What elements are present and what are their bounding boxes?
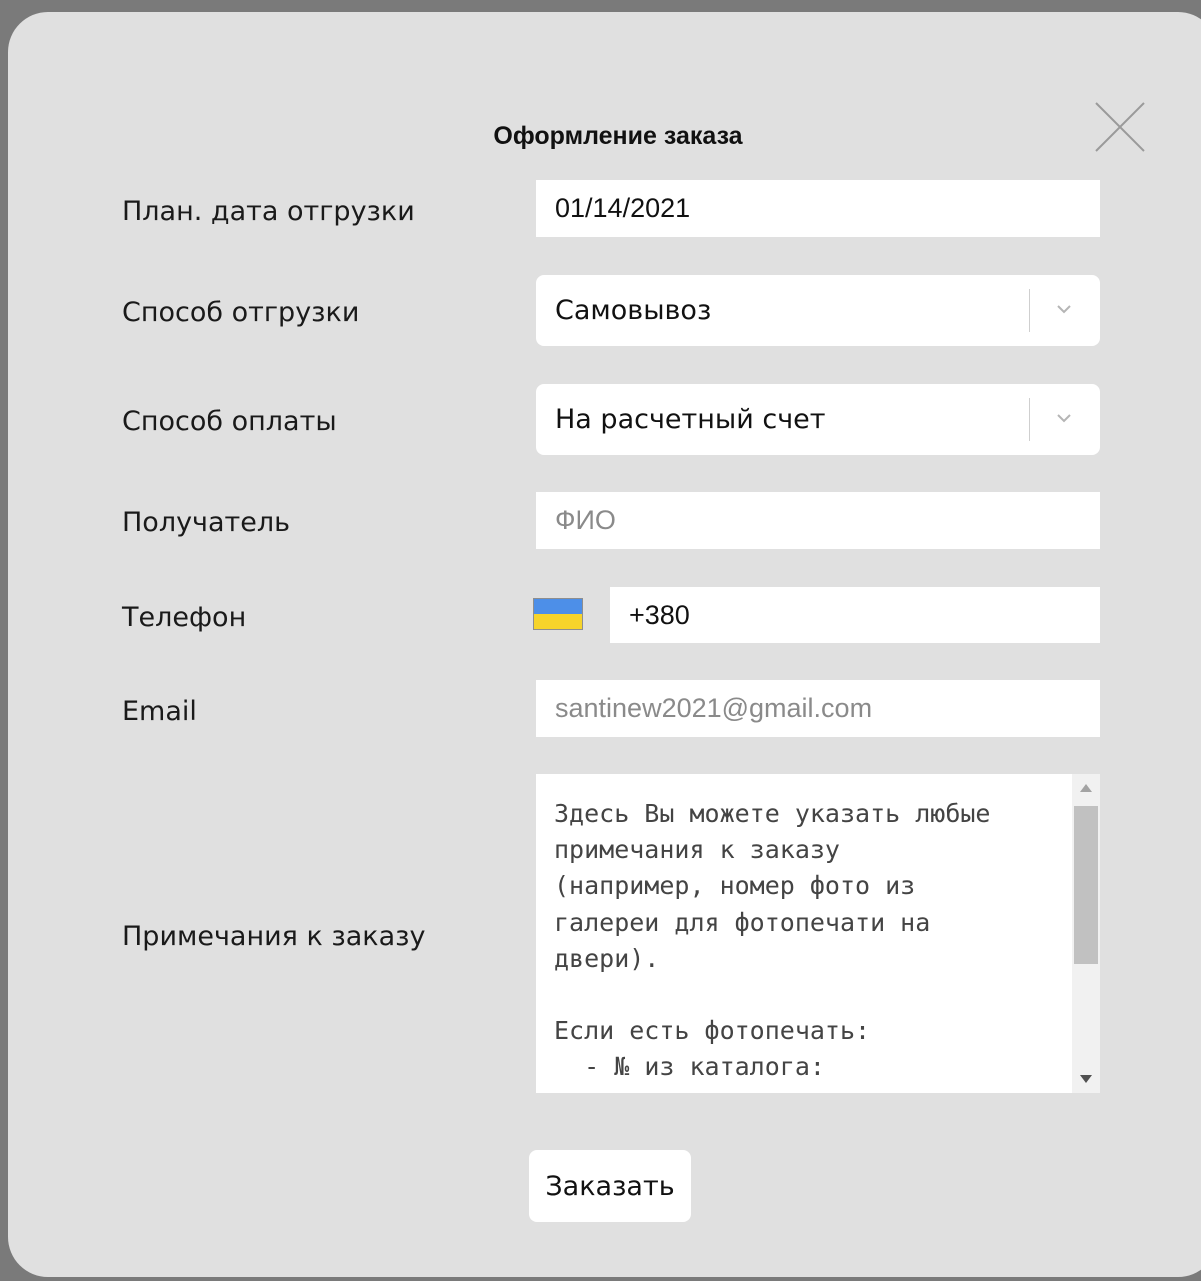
flag-blue-stripe — [534, 599, 582, 614]
scroll-down-arrow-icon[interactable] — [1080, 1075, 1092, 1083]
email-value: santinew2021@gmail.com — [555, 693, 873, 723]
payment-method-label: Способ оплаты — [122, 406, 337, 437]
ship-date-label: План. дата отгрузки — [122, 196, 415, 227]
notes-text: Здесь Вы можете указать любые примечания… — [554, 799, 991, 1082]
ship-method-label: Способ отгрузки — [122, 297, 360, 328]
ship-date-input[interactable]: 01/14/2021 — [536, 180, 1100, 237]
scroll-up-arrow-icon[interactable] — [1080, 784, 1092, 792]
payment-method-select[interactable]: На расчетный счет — [536, 384, 1100, 455]
payment-method-value: На расчетный счет — [555, 404, 826, 435]
dialog-title: Оформление заказа — [493, 122, 743, 150]
ukraine-flag-icon[interactable] — [533, 598, 583, 630]
email-label: Email — [122, 696, 197, 727]
phone-input[interactable]: +380 — [610, 587, 1100, 643]
chevron-down-icon[interactable] — [1054, 299, 1074, 319]
scrollbar-thumb[interactable] — [1074, 806, 1098, 964]
notes-textarea[interactable]: Здесь Вы можете указать любые примечания… — [536, 774, 1100, 1093]
flag-yellow-stripe — [534, 614, 582, 629]
phone-value: +380 — [629, 599, 690, 630]
select-separator — [1029, 398, 1030, 441]
recipient-label: Получатель — [122, 507, 291, 538]
notes-scrollbar[interactable] — [1072, 774, 1100, 1093]
select-separator — [1029, 289, 1030, 332]
phone-label: Телефон — [122, 602, 247, 633]
recipient-placeholder: ФИО — [555, 505, 616, 535]
email-input[interactable]: santinew2021@gmail.com — [536, 680, 1100, 737]
ship-date-value: 01/14/2021 — [555, 193, 691, 223]
chevron-down-icon[interactable] — [1054, 408, 1074, 428]
ship-method-value: Самовывоз — [555, 295, 712, 326]
order-submit-button[interactable]: Заказать — [529, 1150, 691, 1222]
close-icon[interactable] — [1094, 101, 1146, 153]
ship-method-select[interactable]: Самовывоз — [536, 275, 1100, 346]
notes-label: Примечания к заказу — [122, 921, 426, 952]
recipient-input[interactable]: ФИО — [536, 492, 1100, 549]
order-dialog: Оформление заказа План. дата отгрузки 01… — [8, 12, 1201, 1277]
